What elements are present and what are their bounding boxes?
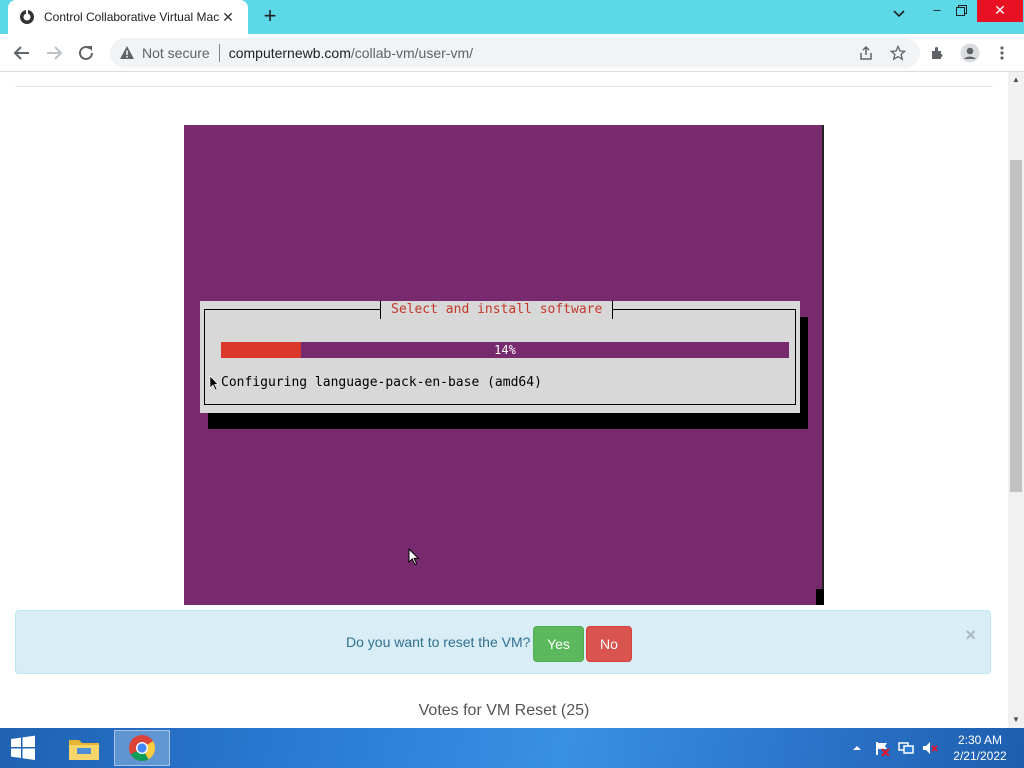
vm-corner [816, 589, 824, 605]
omnibox-separator [218, 44, 220, 62]
extensions-icon[interactable] [926, 41, 950, 65]
reset-vote-alert: Do you want to reset the VM? Yes No × [15, 610, 991, 674]
browser-titlebar: Control Collaborative Virtual Machine ✕ … [0, 0, 1024, 34]
dialog-title: Select and install software [380, 301, 614, 319]
vm-border [822, 125, 824, 605]
dialog-frame: 14% Configuring language-pack-en-base (a… [204, 309, 796, 405]
security-status: Not secure [142, 45, 210, 61]
file-explorer-icon[interactable] [56, 730, 112, 766]
page-scrollbar[interactable]: ▲ ▼ [1008, 72, 1024, 728]
reload-icon[interactable] [74, 41, 98, 65]
star-icon[interactable] [886, 41, 910, 65]
menu-icon[interactable] [990, 41, 1014, 65]
profile-icon[interactable] [958, 41, 982, 65]
scroll-down-icon[interactable]: ▼ [1008, 712, 1024, 728]
tab-search-icon[interactable] [888, 6, 910, 28]
install-status-line: Configuring language-pack-en-base (amd64… [221, 375, 542, 390]
favicon-icon [18, 8, 36, 26]
windows-start-icon[interactable] [8, 734, 40, 762]
install-dialog: 14% Configuring language-pack-en-base (a… [200, 301, 800, 413]
windows-taskbar: 2:30 AM 2/21/2022 [0, 728, 1024, 768]
network-icon[interactable] [897, 738, 915, 758]
tray-arrow-icon[interactable] [850, 738, 864, 758]
back-icon[interactable] [10, 41, 34, 65]
vm-screen[interactable]: 14% Configuring language-pack-en-base (a… [184, 125, 824, 605]
forward-icon[interactable] [42, 41, 66, 65]
page-content: 14% Configuring language-pack-en-base (a… [0, 72, 1008, 728]
alert-close-icon[interactable]: × [965, 625, 976, 646]
vm-cursor-icon [209, 375, 219, 391]
share-icon[interactable] [854, 41, 878, 65]
new-tab-icon[interactable]: + [258, 5, 282, 29]
vote-count-text: Votes for VM Reset (25) [418, 702, 590, 719]
action-center-icon[interactable] [873, 738, 891, 758]
clock-time: 2:30 AM [957, 733, 1003, 747]
minimize-icon[interactable]: – [924, 0, 950, 22]
tab-close-icon[interactable]: ✕ [220, 9, 236, 26]
scroll-thumb[interactable] [1010, 160, 1022, 492]
progress-label: 14% [494, 343, 516, 357]
install-progress-bar: 14% [221, 342, 789, 358]
address-bar[interactable]: Not secure computernewb.com/collab-vm/us… [110, 38, 920, 68]
taskbar-clock[interactable]: 2:30 AM 2/21/2022 [940, 732, 1020, 764]
volume-muted-icon[interactable] [921, 738, 939, 758]
close-window-icon[interactable]: ✕ [977, 0, 1023, 22]
url-path: /collab-vm/user-vm/ [350, 45, 474, 61]
warning-icon[interactable] [118, 44, 136, 62]
divider [15, 86, 993, 87]
mouse-cursor-icon [408, 548, 420, 566]
scroll-up-icon[interactable]: ▲ [1008, 72, 1024, 88]
url-text: computernewb.com/collab-vm/user-vm/ [229, 45, 473, 61]
vote-no-button[interactable]: No [586, 626, 632, 662]
browser-tab[interactable]: Control Collaborative Virtual Machine ✕ [8, 0, 248, 34]
chrome-icon[interactable] [114, 730, 170, 766]
url-host: computernewb.com [228, 45, 351, 61]
maximize-icon[interactable] [948, 0, 974, 22]
tab-title: Control Collaborative Virtual Machine [44, 10, 220, 24]
reset-question: Do you want to reset the VM? [346, 634, 531, 650]
clock-date: 2/21/2022 [953, 749, 1007, 763]
browser-toolbar: Not secure computernewb.com/collab-vm/us… [0, 34, 1024, 72]
vote-yes-button[interactable]: Yes [533, 626, 584, 662]
